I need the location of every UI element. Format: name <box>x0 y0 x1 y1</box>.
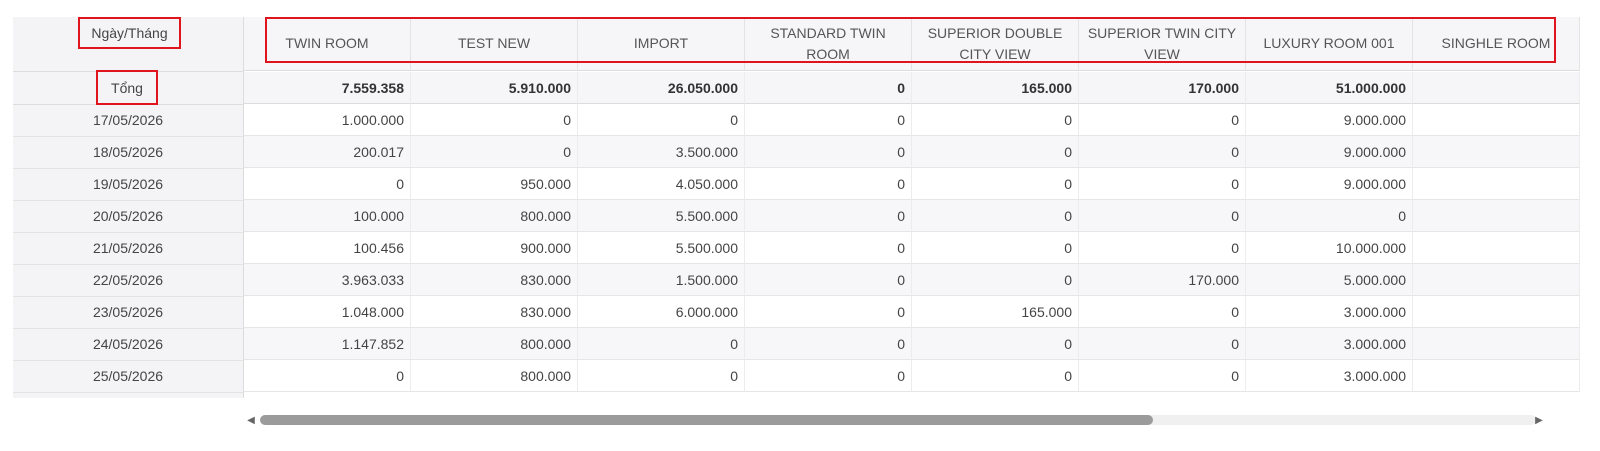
table-cell: 0 <box>1079 360 1246 392</box>
report-frame: 17/05/2026 18/05/2026 19/05/2026 20/05/2026… <box>0 0 1600 451</box>
table-cell: 0 <box>912 168 1079 200</box>
table-cell <box>1413 168 1580 200</box>
table-cell: 0 <box>578 104 745 136</box>
table-cell: 10.000.000 <box>1246 232 1413 264</box>
scroll-thumb[interactable] <box>260 415 1154 425</box>
table-cell: 0 <box>912 264 1079 296</box>
table-cell: 0 <box>745 136 912 168</box>
scroll-track[interactable] <box>260 415 1536 425</box>
table-cell: 800.000 <box>411 200 578 232</box>
total-cell <box>1413 72 1580 104</box>
table-cell: 5.500.000 <box>578 200 745 232</box>
table-cell: 0 <box>1079 168 1246 200</box>
table-cell: 1.500.000 <box>578 264 745 296</box>
total-cell: 7.559.358 <box>244 72 411 104</box>
table-cell <box>1413 104 1580 136</box>
highlight-box-room-columns <box>265 17 1556 63</box>
total-cell: 165.000 <box>912 72 1079 104</box>
table-cell: 0 <box>1079 104 1246 136</box>
table-cell: 950.000 <box>411 168 578 200</box>
table-cell: 0 <box>912 360 1079 392</box>
date-row-label: 17/05/2026 <box>13 104 243 137</box>
table-cell: 170.000 <box>1079 264 1246 296</box>
table-cell <box>1413 296 1580 328</box>
table-cell: 0 <box>1079 232 1246 264</box>
table-cell: 200.017 <box>244 136 411 168</box>
table-cell: 3.000.000 <box>1246 360 1413 392</box>
table-cell: 9.000.000 <box>1246 168 1413 200</box>
table-cell: 0 <box>912 104 1079 136</box>
table-cell: 5.000.000 <box>1246 264 1413 296</box>
table-cell: 0 <box>244 168 411 200</box>
table-cell: 0 <box>912 200 1079 232</box>
total-cell: 26.050.000 <box>578 72 745 104</box>
highlight-box-date-header <box>78 17 181 49</box>
table-cell: 0 <box>912 136 1079 168</box>
table-cell: 0 <box>745 232 912 264</box>
table-cell: 0 <box>1079 296 1246 328</box>
table-cell: 0 <box>1079 200 1246 232</box>
table-cell: 100.456 <box>244 232 411 264</box>
total-cell: 170.000 <box>1079 72 1246 104</box>
table-cell: 830.000 <box>411 296 578 328</box>
table-cell: 100.000 <box>244 200 411 232</box>
table-cell: 0 <box>745 360 912 392</box>
total-cell: 51.000.000 <box>1246 72 1413 104</box>
total-cell: 5.910.000 <box>411 72 578 104</box>
date-row-label: 19/05/2026 <box>13 168 243 201</box>
table-cell: 0 <box>1079 328 1246 360</box>
table-cell <box>1413 264 1580 296</box>
scroll-right-icon[interactable]: ▶ <box>1532 413 1546 427</box>
table-cell: 0 <box>578 360 745 392</box>
table-cell: 5.500.000 <box>578 232 745 264</box>
table-cell: 3.000.000 <box>1246 296 1413 328</box>
total-cell: 0 <box>745 72 912 104</box>
table-cell: 3.963.033 <box>244 264 411 296</box>
table-cell: 0 <box>244 360 411 392</box>
table-cell: 800.000 <box>411 360 578 392</box>
date-row-label: 18/05/2026 <box>13 136 243 169</box>
table-cell: 4.050.000 <box>578 168 745 200</box>
table-cell: 0 <box>745 104 912 136</box>
table-cell: 0 <box>912 328 1079 360</box>
table-cell: 900.000 <box>411 232 578 264</box>
room-revenue-grid: TWIN ROOM 7.559.358 TEST NEW 5.910.000 IMPOR… <box>244 17 1600 398</box>
table-cell: 6.000.000 <box>578 296 745 328</box>
table-cell: 9.000.000 <box>1246 104 1413 136</box>
horizontal-scrollbar[interactable]: ◀ ▶ <box>244 410 1550 430</box>
table-cell: 0 <box>578 328 745 360</box>
table-cell <box>1413 200 1580 232</box>
date-row-label: 20/05/2026 <box>13 200 243 233</box>
table-cell: 0 <box>745 328 912 360</box>
table-cell: 0 <box>745 200 912 232</box>
table-cell <box>1413 136 1580 168</box>
table-cell: 0 <box>411 104 578 136</box>
date-row-label: 24/05/2026 <box>13 328 243 361</box>
table-cell <box>1413 360 1580 392</box>
table-cell: 0 <box>745 168 912 200</box>
table-cell: 0 <box>745 296 912 328</box>
date-row-label: 25/05/2026 <box>13 360 243 393</box>
date-row-label: 21/05/2026 <box>13 232 243 265</box>
date-row-label: 23/05/2026 <box>13 296 243 329</box>
table-cell: 1.000.000 <box>244 104 411 136</box>
table-cell: 1.048.000 <box>244 296 411 328</box>
table-cell: 3.500.000 <box>578 136 745 168</box>
table-cell: 830.000 <box>411 264 578 296</box>
table-cell <box>1413 232 1580 264</box>
table-cell: 9.000.000 <box>1246 136 1413 168</box>
table-cell: 0 <box>1079 136 1246 168</box>
table-cell: 0 <box>745 264 912 296</box>
table-cell: 165.000 <box>912 296 1079 328</box>
scroll-left-icon[interactable]: ◀ <box>244 413 258 427</box>
table-cell <box>1413 328 1580 360</box>
table-cell: 0 <box>912 232 1079 264</box>
table-cell: 0 <box>411 136 578 168</box>
table-cell: 3.000.000 <box>1246 328 1413 360</box>
highlight-box-total-label <box>96 70 158 105</box>
table-cell: 0 <box>1246 200 1413 232</box>
table-cell: 800.000 <box>411 328 578 360</box>
table-cell: 1.147.852 <box>244 328 411 360</box>
date-row-label: 22/05/2026 <box>13 264 243 297</box>
